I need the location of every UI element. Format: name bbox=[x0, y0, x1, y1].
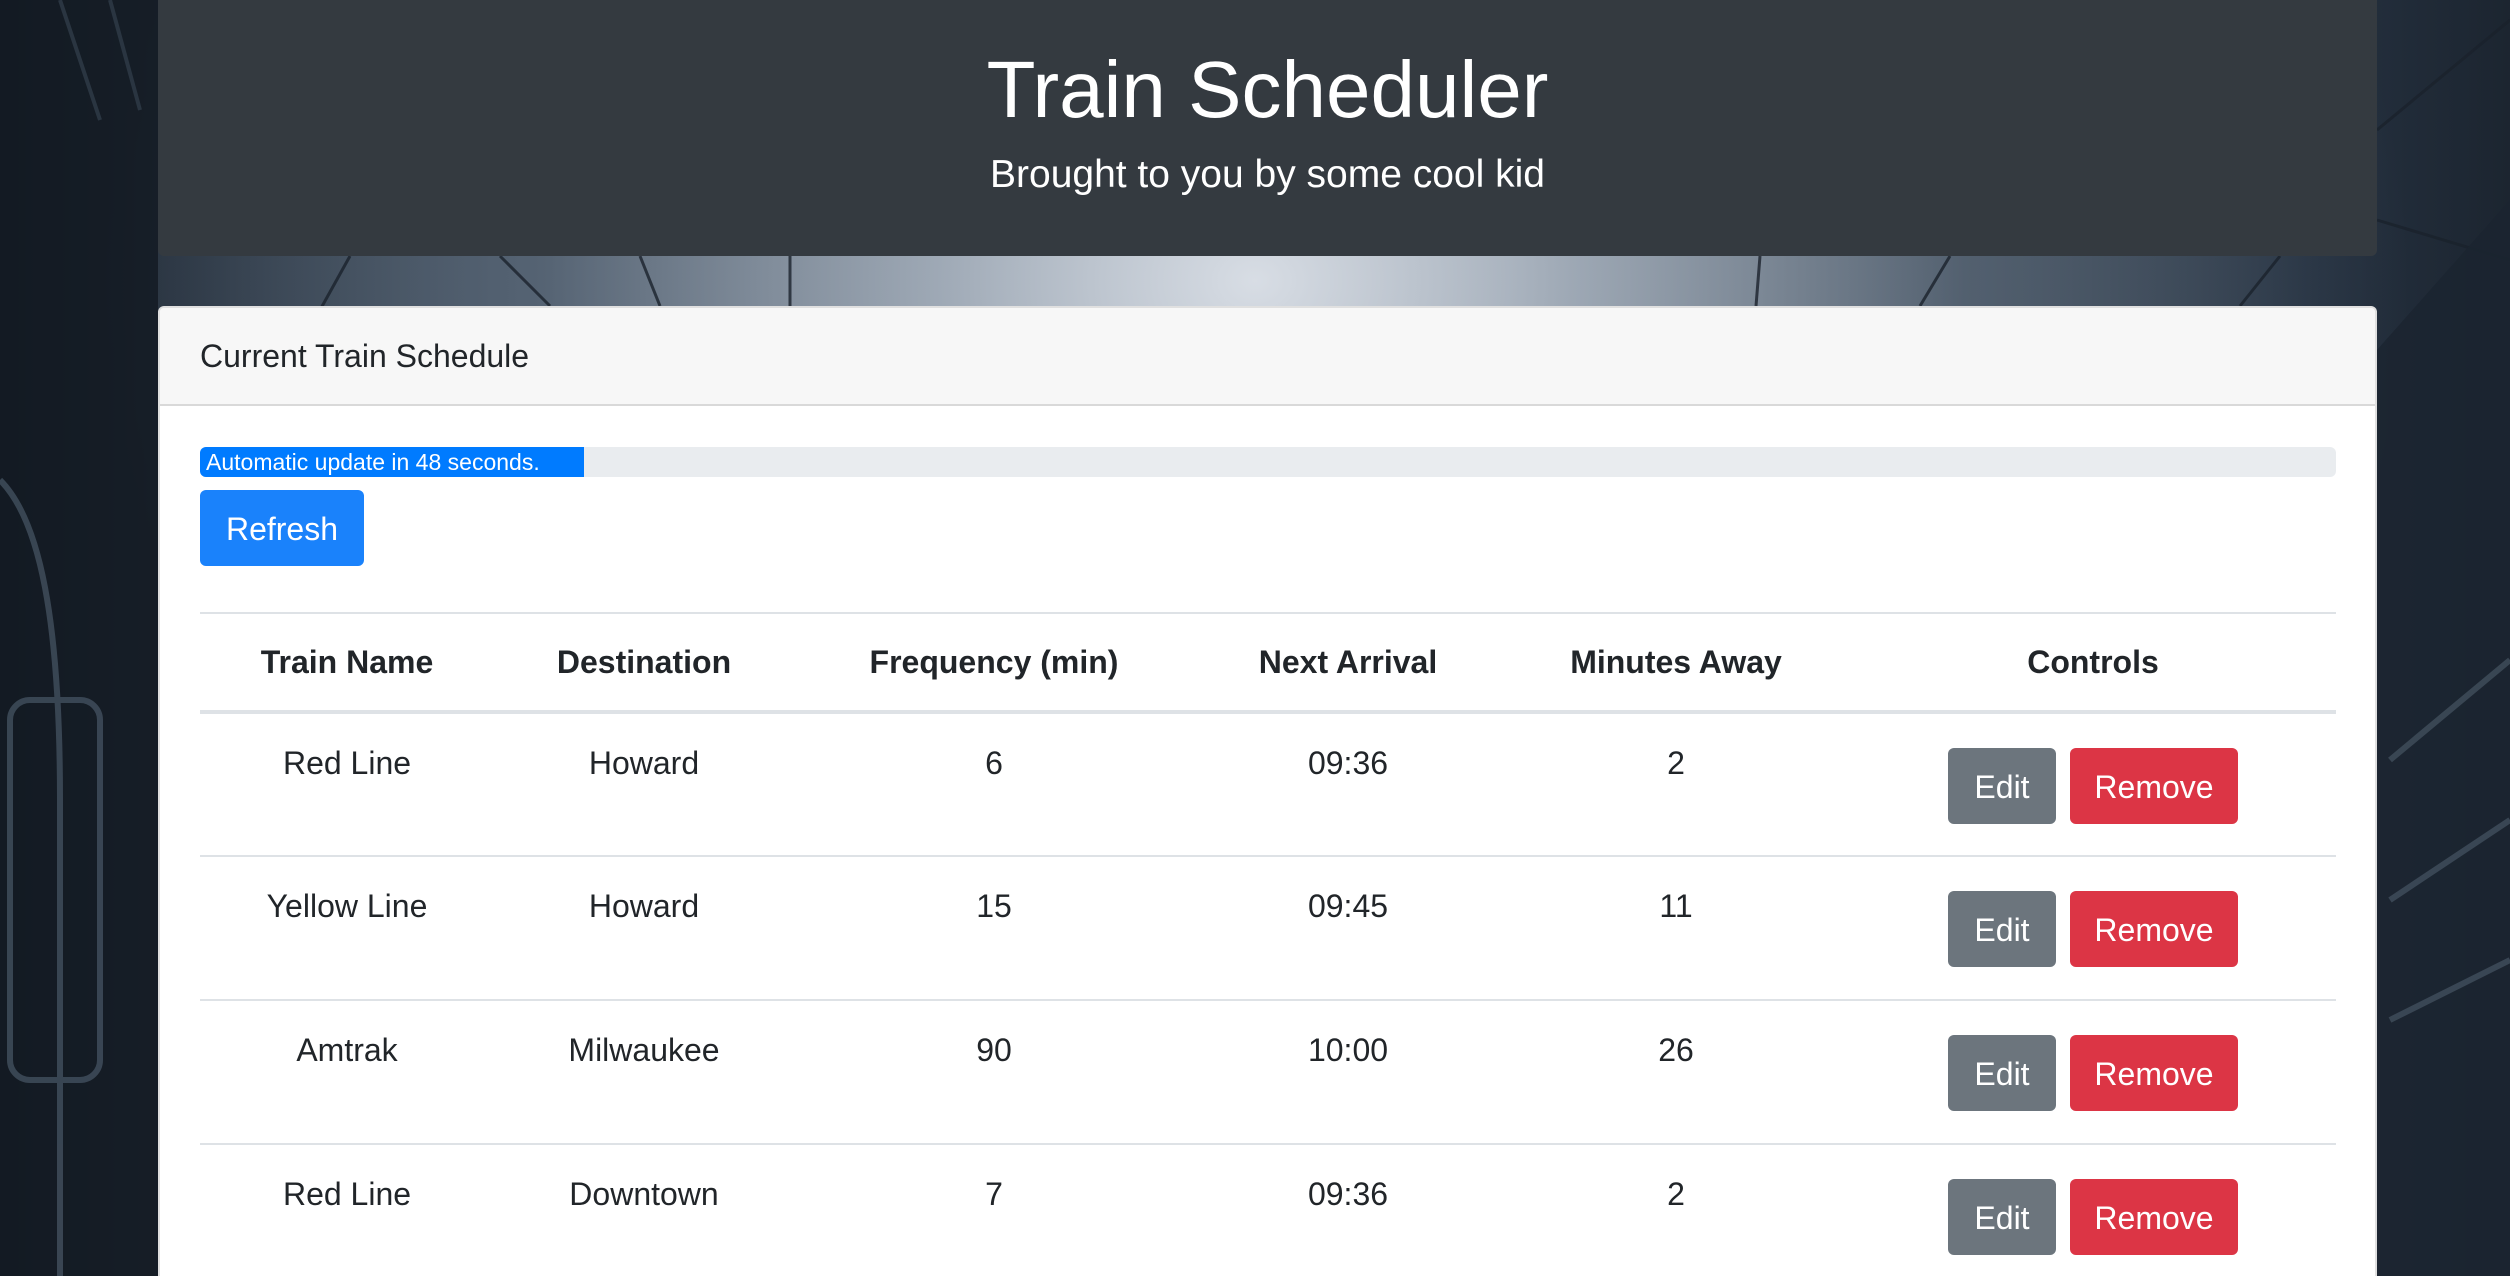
table-row: Red Line Downtown 7 09:36 2 Edit Remove bbox=[200, 1143, 2336, 1276]
table-row: Yellow Line Howard 15 09:45 11 Edit Remov… bbox=[200, 855, 2336, 1000]
minutes-away-cell: 26 bbox=[1502, 999, 1850, 1144]
remove-button[interactable]: Remove bbox=[2070, 1035, 2238, 1111]
train-name-cell: Amtrak bbox=[200, 999, 494, 1144]
destination-cell: Howard bbox=[494, 855, 794, 1000]
remove-button[interactable]: Remove bbox=[2070, 891, 2238, 967]
table-row: Amtrak Milwaukee 90 10:00 26 Edit Remove bbox=[200, 999, 2336, 1144]
destination-cell: Milwaukee bbox=[494, 999, 794, 1144]
column-header-frequency: Frequency (min) bbox=[794, 612, 1194, 714]
next-arrival-cell: 10:00 bbox=[1194, 999, 1502, 1144]
next-arrival-cell: 09:45 bbox=[1194, 855, 1502, 1000]
edit-button[interactable]: Edit bbox=[1948, 891, 2056, 967]
controls-cell: Edit Remove bbox=[1850, 1143, 2336, 1276]
frequency-cell: 7 bbox=[794, 1143, 1194, 1276]
controls-cell: Edit Remove bbox=[1850, 999, 2336, 1144]
destination-cell: Downtown bbox=[494, 1143, 794, 1276]
train-name-cell: Yellow Line bbox=[200, 855, 494, 1000]
refresh-button[interactable]: Refresh bbox=[200, 490, 364, 566]
column-header-next-arrival: Next Arrival bbox=[1194, 612, 1502, 714]
update-progress: Automatic update in 48 seconds. bbox=[200, 447, 2336, 477]
controls-cell: Edit Remove bbox=[1850, 855, 2336, 1000]
remove-button[interactable]: Remove bbox=[2070, 1179, 2238, 1255]
page-subtitle: Brought to you by some cool kid bbox=[990, 153, 1545, 196]
column-header-controls: Controls bbox=[1850, 612, 2336, 714]
train-name-cell: Red Line bbox=[200, 711, 494, 856]
edit-button[interactable]: Edit bbox=[1948, 748, 2056, 824]
card-header: Current Train Schedule bbox=[160, 308, 2375, 406]
edit-button[interactable]: Edit bbox=[1948, 1179, 2056, 1255]
minutes-away-cell: 2 bbox=[1502, 1143, 1850, 1276]
schedule-table: Train Name Destination Frequency (min) N… bbox=[200, 612, 2336, 1276]
header-jumbotron: Train Scheduler Brought to you by some c… bbox=[158, 0, 2377, 256]
minutes-away-cell: 11 bbox=[1502, 855, 1850, 1000]
schedule-card: Current Train Schedule Automatic update … bbox=[158, 306, 2377, 1276]
train-name-cell: Red Line bbox=[200, 1143, 494, 1276]
progress-bar: Automatic update in 48 seconds. bbox=[200, 447, 585, 477]
next-arrival-cell: 09:36 bbox=[1194, 1143, 1502, 1276]
controls-cell: Edit Remove bbox=[1850, 711, 2336, 856]
column-header-destination: Destination bbox=[494, 612, 794, 714]
minutes-away-cell: 2 bbox=[1502, 711, 1850, 856]
destination-cell: Howard bbox=[494, 711, 794, 856]
column-header-train-name: Train Name bbox=[200, 612, 494, 714]
remove-button[interactable]: Remove bbox=[2070, 748, 2238, 824]
table-row: Red Line Howard 6 09:36 2 Edit Remove bbox=[200, 711, 2336, 856]
table-header-row: Train Name Destination Frequency (min) N… bbox=[200, 612, 2336, 714]
frequency-cell: 15 bbox=[794, 855, 1194, 1000]
page-title: Train Scheduler bbox=[986, 45, 1549, 134]
frequency-cell: 90 bbox=[794, 999, 1194, 1144]
edit-button[interactable]: Edit bbox=[1948, 1035, 2056, 1111]
next-arrival-cell: 09:36 bbox=[1194, 711, 1502, 856]
column-header-minutes-away: Minutes Away bbox=[1502, 612, 1850, 714]
frequency-cell: 6 bbox=[794, 711, 1194, 856]
